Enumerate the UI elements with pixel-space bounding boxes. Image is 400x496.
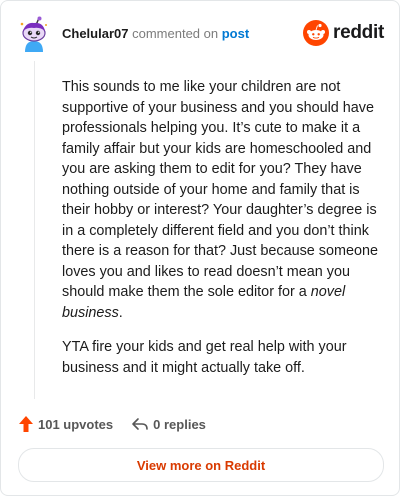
avatar-icon: [20, 16, 47, 52]
commented-on-text: commented on: [132, 26, 219, 41]
comment-byline: Chelular07 commented on post: [62, 26, 249, 42]
upvote-count: 101 upvotes: [38, 416, 114, 432]
comment-header: Chelular07 commented on post reddit: [18, 16, 384, 52]
post-link[interactable]: post: [222, 26, 249, 41]
view-more-button[interactable]: View more on Reddit: [18, 448, 384, 482]
reddit-snoo-icon: [303, 20, 330, 46]
user-avatar[interactable]: [18, 16, 50, 52]
comment-paragraph-1: This sounds to me like your children are…: [62, 77, 380, 323]
thread-line: [34, 61, 35, 399]
arrow-up-icon: [19, 416, 33, 432]
comment-actions: 101 upvotes 0 replies: [18, 414, 224, 434]
username-link[interactable]: Chelular07: [62, 26, 128, 41]
comment-paragraph-2: YTA fire your kids and get real help wit…: [62, 339, 347, 376]
upvote-button[interactable]: 101 upvotes: [18, 415, 113, 433]
reply-arrow-icon: [132, 418, 148, 430]
comment-paragraph-1-text: This sounds to me like your children are…: [62, 79, 378, 300]
reddit-logo[interactable]: reddit: [303, 20, 384, 46]
comment-paragraph-1-end: .: [118, 304, 123, 321]
comment-body: This sounds to me like your children are…: [62, 77, 380, 392]
comment-embed-card: Chelular07 commented on post reddit This…: [0, 0, 400, 496]
reply-count: 0 replies: [153, 416, 206, 432]
reply-button[interactable]: 0 replies: [131, 416, 206, 432]
reddit-wordmark: reddit: [333, 22, 384, 43]
